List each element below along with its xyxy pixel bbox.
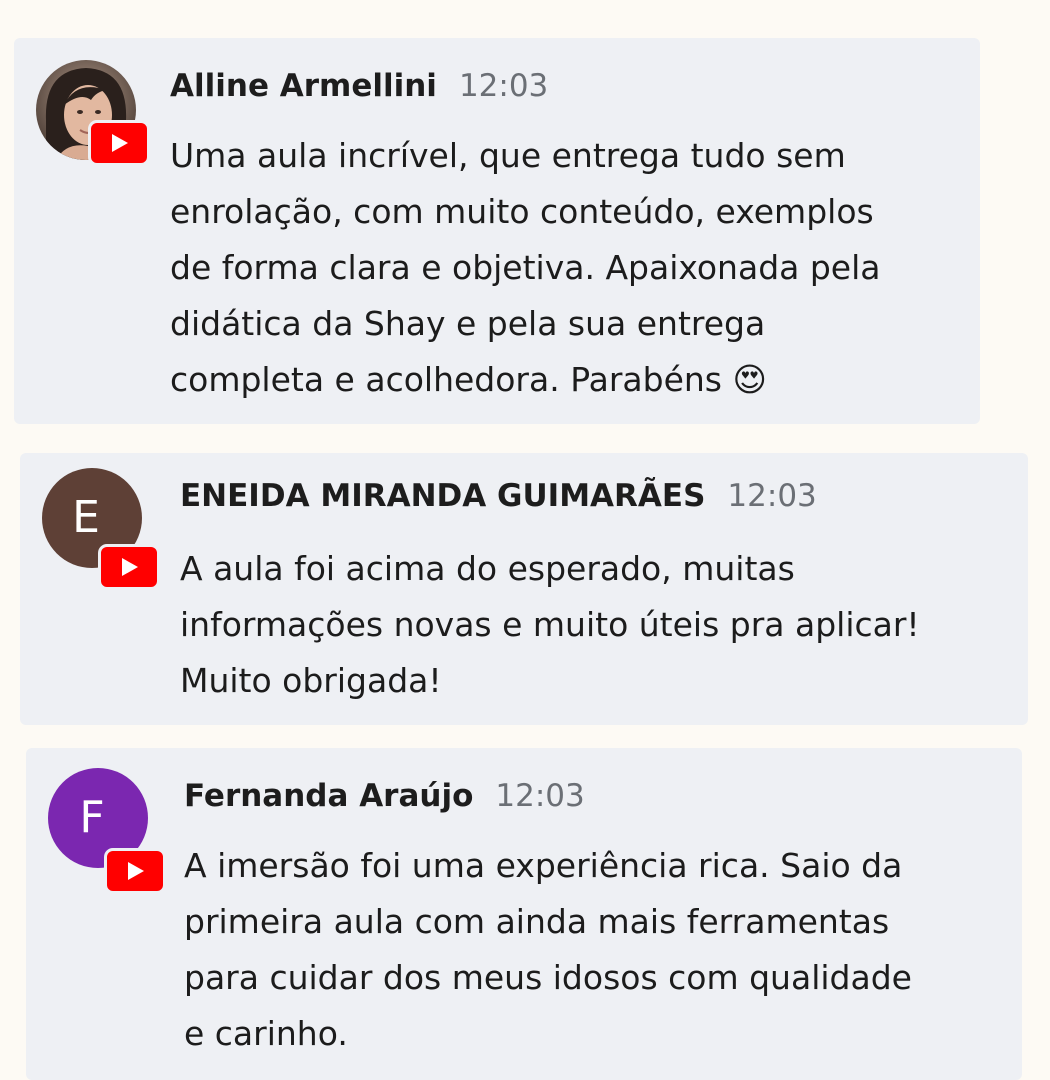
comment-header: Fernanda Araújo 12:03 xyxy=(184,778,585,814)
comment-card-1: Alline Armellini 12:03 Uma aula incrível… xyxy=(14,38,980,424)
comment-card-3: F Fernanda Araújo 12:03 A imersão foi um… xyxy=(26,748,1022,1080)
youtube-icon xyxy=(104,848,166,894)
comment-line: Muito obrigada! xyxy=(180,661,442,700)
comment-header: Alline Armellini 12:03 xyxy=(170,68,548,104)
timestamp: 12:03 xyxy=(458,68,549,104)
youtube-icon xyxy=(98,544,160,590)
author-name: Alline Armellini xyxy=(170,68,437,104)
comment-text: A imersão foi uma experiência rica. Saio… xyxy=(184,838,912,1062)
comment-line: Uma aula incrível, que entrega tudo sem xyxy=(170,136,846,175)
comment-text: Uma aula incrível, que entrega tudo sem … xyxy=(170,128,881,408)
timestamp: 12:03 xyxy=(495,778,585,814)
author-name: ENEIDA MIRANDA GUIMARÃES xyxy=(180,478,706,514)
comment-text: A aula foi acima do esperado, muitas inf… xyxy=(180,541,920,709)
comment-line: A imersão foi uma experiência rica. Saio… xyxy=(184,846,903,885)
comment-card-2: E ENEIDA MIRANDA GUIMARÃES 12:03 A aula … xyxy=(20,453,1028,725)
comment-line: e carinho. xyxy=(184,1014,348,1053)
comment-line: para cuidar dos meus idosos com qualidad… xyxy=(184,958,912,997)
comment-line: enrolação, com muito conteúdo, exemplos xyxy=(170,192,874,231)
author-name: Fernanda Araújo xyxy=(184,778,474,814)
avatar-letter-e[interactable]: E xyxy=(42,468,160,590)
avatar-photo[interactable] xyxy=(36,60,150,166)
youtube-icon xyxy=(88,120,150,166)
timestamp: 12:03 xyxy=(727,478,817,514)
comment-line: de forma clara e objetiva. Apaixonada pe… xyxy=(170,248,881,287)
comment-line: completa e acolhedora. Parabéns 😍 xyxy=(170,360,767,399)
comment-header: ENEIDA MIRANDA GUIMARÃES 12:03 xyxy=(180,478,817,514)
comment-line: primeira aula com ainda mais ferramentas xyxy=(184,902,890,941)
comment-line: informações novas e muito úteis pra apli… xyxy=(180,605,920,644)
comment-line: didática da Shay e pela sua entrega xyxy=(170,304,766,343)
avatar-letter-f[interactable]: F xyxy=(48,768,166,894)
comment-line: A aula foi acima do esperado, muitas xyxy=(180,549,795,588)
